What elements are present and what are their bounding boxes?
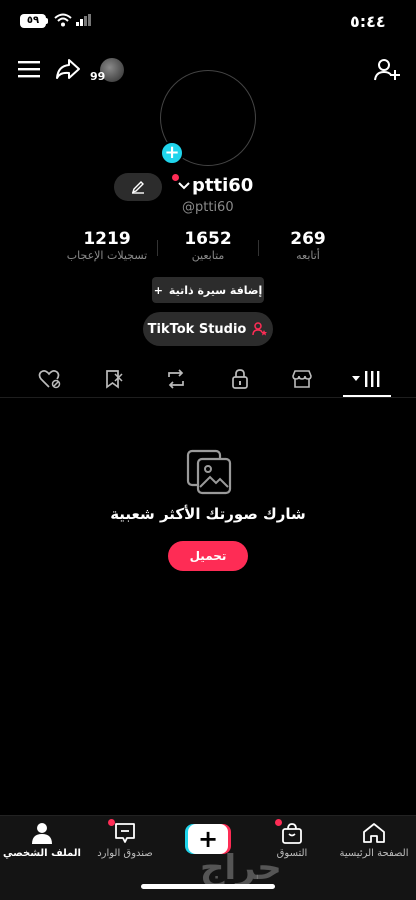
tab-private[interactable] (225, 364, 255, 394)
chevron-down-icon[interactable] (178, 182, 190, 190)
nav-profile-label: الملف الشخصي (3, 848, 81, 859)
followers-count: 1652 (184, 229, 232, 249)
following-stat[interactable]: 269 أتابعه (268, 229, 348, 262)
signal-icon (76, 14, 92, 26)
status-time: ٥:٤٤ (350, 12, 386, 31)
nav-profile[interactable]: الملف الشخصي (0, 822, 84, 859)
watermark-logo: حراج (200, 848, 282, 888)
notification-count: 99 (90, 70, 106, 83)
home-icon (363, 823, 385, 843)
battery-tip (46, 18, 48, 24)
nav-inbox[interactable]: صندوق الوارد (83, 822, 167, 859)
likes-count: 1219 (83, 229, 131, 249)
battery-indicator: ٥٩ (20, 14, 46, 28)
shop-notification-dot (275, 819, 282, 826)
profile-icon (32, 823, 52, 844)
add-bio-label: إضافة سيرة ذاتية (168, 283, 263, 297)
username[interactable]: ptti60 (192, 175, 253, 196)
shop-icon (292, 370, 312, 388)
tab-liked[interactable] (35, 364, 65, 394)
tabs-divider (0, 397, 416, 398)
grid-icon (352, 371, 380, 387)
user-handle: @ptti60 (182, 200, 234, 215)
photo-icon (186, 449, 232, 495)
pencil-icon (131, 181, 144, 194)
inbox-icon (115, 823, 135, 843)
add-bio-button[interactable]: إضافة سيرة ذاتية + (152, 277, 264, 303)
following-count: 269 (290, 229, 326, 249)
likes-label: تسجيلات الإعجاب (66, 249, 148, 262)
wifi-icon (54, 13, 72, 27)
upload-button[interactable]: تحميل (168, 541, 248, 571)
tab-reposts[interactable] (161, 364, 191, 394)
nav-home[interactable]: الصفحة الرئيسية (332, 822, 416, 859)
nav-home-label: الصفحة الرئيسية (339, 848, 409, 859)
following-label: أتابعه (296, 249, 320, 262)
followers-stat[interactable]: 1652 متابعين (168, 229, 248, 262)
add-photo-icon[interactable]: + (160, 141, 184, 165)
studio-label: TikTok Studio (147, 321, 247, 337)
menu-icon[interactable] (18, 60, 40, 78)
nav-inbox-label: صندوق الوارد (97, 848, 153, 859)
notification-dot (172, 174, 179, 181)
likes-stat[interactable]: 1219 تسجيلات الإعجاب (57, 229, 157, 262)
tiktok-studio-button[interactable]: TikTok Studio (143, 312, 273, 346)
tab-videos[interactable] (352, 364, 382, 394)
lock-icon (232, 369, 248, 389)
followers-label: متابعين (191, 249, 225, 262)
inbox-notification-dot (108, 819, 115, 826)
liked-icon (38, 370, 61, 389)
stat-divider (258, 240, 259, 256)
tab-shop[interactable] (287, 364, 317, 394)
plus-icon: + (153, 283, 163, 297)
repost-icon (168, 369, 184, 389)
share-icon[interactable] (55, 58, 81, 80)
edit-profile-button[interactable] (114, 173, 162, 201)
favorites-icon (106, 370, 123, 389)
creator-icon (252, 322, 268, 336)
empty-state-title: شارك صورتك الأكثر شعبية (110, 505, 306, 523)
add-friend-icon[interactable] (374, 58, 400, 82)
shopping-bag-icon (282, 823, 302, 844)
stat-divider (157, 240, 158, 256)
home-indicator (141, 884, 275, 889)
tab-favorites[interactable] (99, 364, 129, 394)
